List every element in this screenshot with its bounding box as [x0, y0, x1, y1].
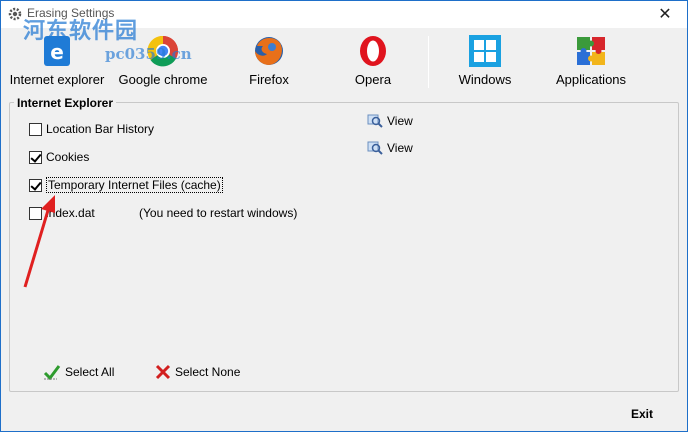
- restart-note: (You need to restart windows): [139, 206, 298, 220]
- title-bar: Erasing Settings ✕: [1, 1, 687, 28]
- firefox-icon: [255, 37, 283, 65]
- option-label: index.dat: [46, 206, 95, 220]
- toolbar-opera[interactable]: Opera: [343, 34, 403, 87]
- windows-icon: [469, 35, 501, 67]
- view-label: View: [387, 114, 413, 128]
- toolbar-label: Opera: [354, 72, 392, 87]
- checkbox[interactable]: [29, 206, 42, 220]
- toolbar-windows[interactable]: Windows: [453, 34, 517, 87]
- magnifier-icon: [367, 114, 383, 128]
- toolbar-google-chrome[interactable]: Google chrome: [115, 34, 211, 87]
- select-none-label: Select None: [175, 365, 241, 379]
- gear-icon: [8, 7, 22, 21]
- checkbox[interactable]: [29, 122, 42, 136]
- option-location-bar-history[interactable]: Location Bar History: [29, 121, 154, 137]
- cross-icon: [155, 364, 171, 380]
- select-all-button[interactable]: Select All: [43, 364, 114, 380]
- option-index-dat[interactable]: index.dat: [29, 205, 95, 221]
- close-button[interactable]: ✕: [643, 1, 687, 28]
- select-all-label: Select All: [65, 365, 115, 379]
- view-label: View: [387, 141, 413, 155]
- option-label: Cookies: [46, 150, 90, 164]
- option-label: Temporary Internet Files (cache): [46, 177, 223, 193]
- checkbox[interactable]: [29, 150, 42, 164]
- opera-icon: [360, 36, 386, 66]
- toolbar-firefox[interactable]: Firefox: [239, 34, 299, 87]
- erasing-settings-window: Erasing Settings ✕ 河东软件园 pc0359.cn e Int…: [0, 0, 688, 432]
- select-none-button[interactable]: Select None: [155, 364, 240, 380]
- toolbar-separator: [428, 36, 429, 88]
- toolbar-label: Windows: [458, 72, 512, 87]
- window-title: Erasing Settings: [27, 6, 115, 20]
- toolbar-internet-explorer[interactable]: e Internet explorer: [7, 34, 107, 87]
- magnifier-icon: [367, 141, 383, 155]
- toolbar-label: Applications: [555, 72, 627, 87]
- internet-explorer-group: [9, 102, 679, 392]
- toolbar-label: Google chrome: [118, 72, 208, 87]
- svg-text:e: e: [50, 40, 64, 64]
- chrome-icon: [147, 35, 179, 67]
- internet-explorer-icon: e: [44, 36, 70, 66]
- exit-button[interactable]: Exit: [631, 407, 653, 421]
- toolbar-label: Firefox: [249, 72, 289, 87]
- option-label: Location Bar History: [46, 122, 155, 136]
- option-cookies[interactable]: Cookies: [29, 149, 89, 165]
- group-title: Internet Explorer: [14, 96, 117, 110]
- puzzle-icon: [577, 37, 605, 65]
- checkbox[interactable]: [29, 178, 42, 192]
- browser-toolbar: e Internet explorer Google chrome Firefo…: [1, 28, 687, 90]
- toolbar-label: Internet explorer: [9, 72, 105, 87]
- view-cookies-button[interactable]: View: [367, 140, 413, 156]
- view-history-button[interactable]: View: [367, 113, 413, 129]
- check-icon: [43, 365, 61, 380]
- option-temporary-internet-files[interactable]: Temporary Internet Files (cache): [29, 177, 223, 193]
- toolbar-applications[interactable]: Applications: [551, 34, 631, 87]
